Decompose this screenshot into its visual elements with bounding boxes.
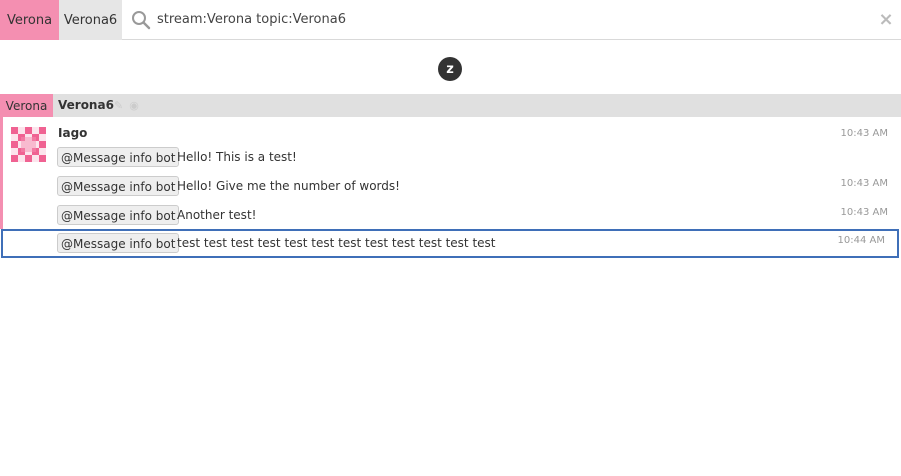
message-row[interactable]: @Message info bot Hello! This is a test! [3, 143, 901, 172]
user-mention[interactable]: @Message info bot [57, 176, 180, 196]
search-bar: Verona Verona6 stream:Verona topic:Veron… [0, 0, 901, 40]
pencil-icon[interactable]: ✎ [114, 99, 123, 113]
message-text: Hello! This is a test! [177, 150, 297, 164]
selected-message-row[interactable]: @Message info bot test test test test te… [1, 229, 899, 258]
recipient-topic[interactable]: Verona6 [58, 94, 114, 117]
sender-name[interactable]: Iago [58, 124, 87, 142]
mute-icon[interactable]: ◉ [129, 99, 139, 113]
message-text: test test test test test test test test … [177, 236, 496, 250]
user-mention[interactable]: @Message info bot [57, 205, 180, 225]
recipient-header: Verona Verona6 ✎ ◉ [0, 94, 901, 117]
message-text: Hello! Give me the number of words! [177, 179, 400, 193]
message-time[interactable]: 10:43 AM [841, 178, 888, 189]
message-text: Another test! [177, 208, 257, 222]
message-time[interactable]: 10:44 AM [838, 235, 885, 246]
recipient-header-icons: ✎ ◉ [114, 99, 139, 113]
user-mention[interactable]: @Message info bot [57, 233, 180, 253]
message-time[interactable]: 10:43 AM [841, 128, 888, 139]
search-icon [132, 11, 151, 30]
narrow-stream-pill[interactable]: Verona [0, 0, 59, 40]
close-icon[interactable]: × [876, 10, 896, 30]
message-row[interactable]: @Message info bot Another test! 10:43 AM [3, 201, 901, 230]
search-input[interactable]: stream:Verona topic:Verona6 [157, 0, 346, 40]
narrow-topic-pill[interactable]: Verona6 [59, 0, 122, 40]
message-time[interactable]: 10:43 AM [841, 207, 888, 218]
user-mention[interactable]: @Message info bot [57, 147, 180, 167]
message-row[interactable]: @Message info bot Hello! Give me the num… [3, 172, 901, 201]
recipient-stream[interactable]: Verona [0, 94, 53, 117]
zulip-logo-icon: z [438, 57, 462, 81]
